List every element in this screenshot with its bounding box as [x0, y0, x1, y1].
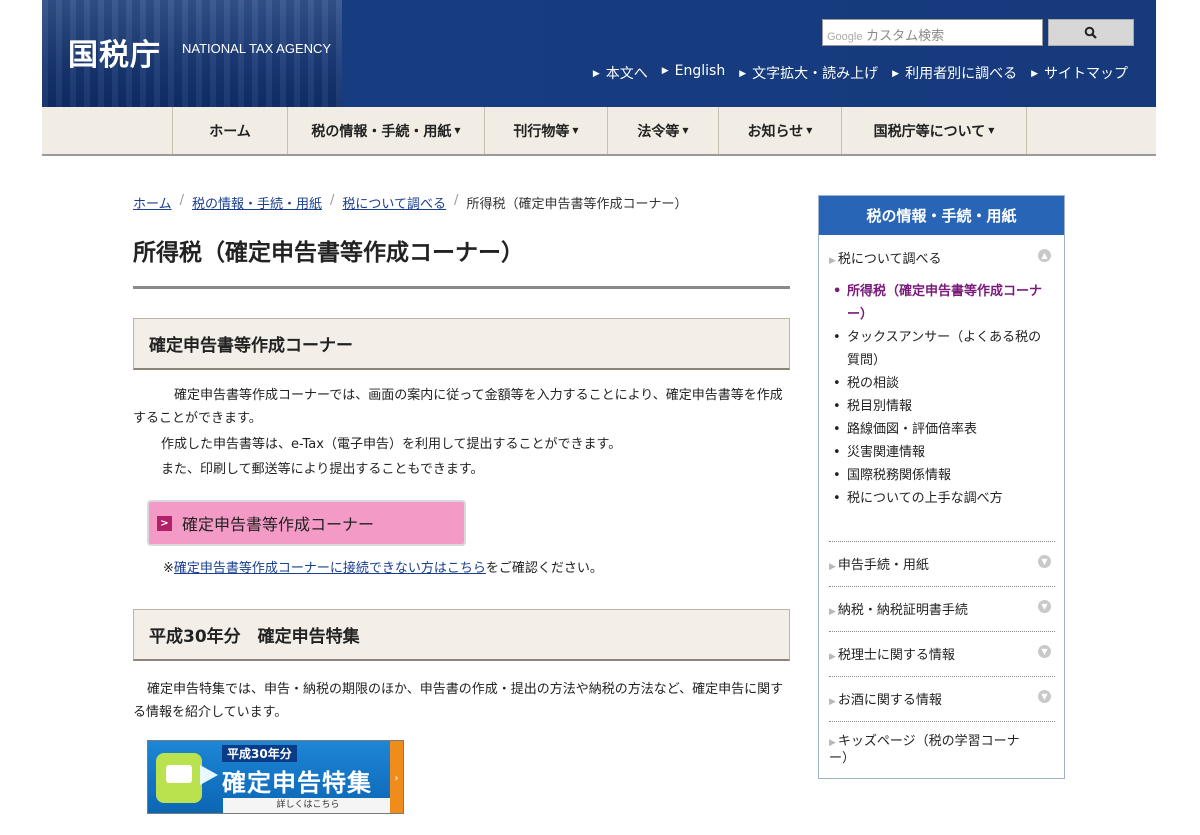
- sidebar-item-tax-accountant[interactable]: ▶ 税理士に関する情報 ▼: [829, 644, 1051, 663]
- sidebar-sub-route-price[interactable]: 路線価図・評価倍率表: [833, 418, 1048, 441]
- sidebar-sub-by-tax-type[interactable]: 税目別情報: [833, 395, 1048, 418]
- link-skip-to-content[interactable]: 本文へ: [593, 63, 648, 83]
- sidebar-item-kids[interactable]: ▶ キッズページ（税の学習コーナー）: [829, 734, 1039, 766]
- site-header: 国税庁 NATIONAL TAX AGENCY Google カスタム検索 本文…: [42, 0, 1156, 107]
- sidebar-sub-international[interactable]: 国際税務関係情報: [833, 464, 1048, 487]
- triangle-right-icon: ▶: [829, 652, 836, 662]
- nav-laws[interactable]: 法令等 ▼: [608, 107, 719, 154]
- sidebar-sub-how-to-search[interactable]: 税についての上手な調べ方: [833, 487, 1048, 510]
- link-sitemap[interactable]: サイトマップ: [1031, 63, 1128, 83]
- expand-icon: ▼: [1038, 555, 1051, 568]
- triangle-right-icon: ▶: [829, 738, 836, 748]
- connection-help-link[interactable]: 確定申告書等作成コーナーに接続できない方はこちら: [174, 561, 486, 576]
- section2-paragraph-1: 確定申告特集では、申告・納税の期限のほか、申告書の作成・提出の方法や納税の方法な…: [133, 682, 784, 720]
- search-button[interactable]: [1048, 19, 1134, 46]
- sidebar-sub-filing-corner[interactable]: 所得税（確定申告書等作成コーナー）: [833, 280, 1048, 326]
- triangle-right-icon: ▶: [829, 697, 836, 707]
- site-logo[interactable]: 国税庁: [68, 30, 161, 74]
- chevron-down-icon: ▼: [454, 126, 461, 135]
- chevron-down-icon: ▼: [806, 126, 813, 135]
- arrow-right-icon: >: [157, 515, 172, 531]
- feature-banner[interactable]: 平成30年分 確定申告特集 詳しくはこちら ›: [147, 740, 404, 814]
- nav-tax-info[interactable]: 税の情報・手続・用紙 ▼: [288, 107, 485, 154]
- sidebar-item-payment[interactable]: ▶ 納税・納税証明書手続 ▼: [829, 599, 1051, 618]
- sidebar-item-tax-search[interactable]: ▶ 税について調べる ▲: [829, 248, 1051, 267]
- global-nav: ホーム 税の情報・手続・用紙 ▼ 刊行物等 ▼ 法令等 ▼ お知らせ ▼ 国税庁等につい…: [42, 107, 1156, 156]
- section1-paragraph-2: 作成した申告書等は、e-Tax（電子申告）を利用して提出することができます。: [161, 437, 622, 452]
- chevron-down-icon: ▼: [682, 126, 689, 135]
- link-by-user[interactable]: 利用者別に調べる: [892, 63, 1017, 83]
- sidebar-title: 税の情報・手続・用紙: [819, 196, 1064, 235]
- mascot-icon: [156, 753, 202, 803]
- banner-details-link: 詳しくはこちら: [223, 798, 393, 813]
- search-placeholder: カスタム検索: [866, 28, 945, 43]
- sidebar-sub-tax-answer[interactable]: タックスアンサー（よくある税の質問）: [833, 326, 1048, 372]
- breadcrumb-home[interactable]: ホーム: [133, 193, 172, 212]
- site-logo-english: NATIONAL TAX AGENCY: [182, 41, 332, 56]
- nav-news[interactable]: お知らせ ▼: [719, 107, 842, 154]
- section-heading-filing-corner: 確定申告書等作成コーナー: [133, 318, 790, 370]
- filing-corner-button[interactable]: > 確定申告書等作成コーナー: [147, 500, 466, 546]
- megaphone-icon: [200, 765, 218, 785]
- banner-title: 確定申告特集: [222, 769, 372, 797]
- sidebar-item-filing-forms[interactable]: ▶ 申告手続・用紙 ▼: [829, 554, 1051, 573]
- chevron-down-icon: ▼: [988, 126, 995, 135]
- nav-home[interactable]: ホーム: [173, 107, 288, 154]
- page-title: 所得税（確定申告書等作成コーナー）: [133, 240, 524, 266]
- banner-year-tag: 平成30年分: [222, 745, 297, 762]
- sidebar-sublist: 所得税（確定申告書等作成コーナー） タックスアンサー（よくある税の質問） 税の相…: [833, 280, 1048, 510]
- breadcrumb-current: 所得税（確定申告書等作成コーナー）: [466, 197, 688, 212]
- sidebar-sub-disaster[interactable]: 災害関連情報: [833, 441, 1048, 464]
- breadcrumb-tax-search[interactable]: 税について調べる: [342, 193, 446, 212]
- triangle-right-icon: ▶: [829, 256, 836, 266]
- expand-icon: ▼: [1038, 645, 1051, 658]
- link-english[interactable]: English: [662, 63, 726, 83]
- connection-help-note: ※確定申告書等作成コーナーに接続できない方はこちらをご確認ください。: [163, 561, 603, 576]
- chevron-down-icon: ▼: [572, 126, 579, 135]
- search-icon: [1084, 26, 1097, 39]
- title-divider: [133, 286, 790, 289]
- search-input[interactable]: Google カスタム検索: [822, 19, 1043, 46]
- nav-about[interactable]: 国税庁等について ▼: [842, 107, 1027, 154]
- link-text-size[interactable]: 文字拡大・読み上げ: [739, 63, 878, 83]
- nav-publications[interactable]: 刊行物等 ▼: [485, 107, 608, 154]
- collapse-icon: ▲: [1038, 249, 1051, 262]
- triangle-right-icon: ▶: [829, 607, 836, 617]
- breadcrumb: ホーム / 税の情報・手続・用紙 / 税について調べる / 所得税（確定申告書等作成コ…: [133, 193, 688, 212]
- utility-links: 本文へ English 文字拡大・読み上げ 利用者別に調べる サイトマップ: [593, 63, 1128, 83]
- section1-paragraph-1: 確定申告書等作成コーナーでは、画面の案内に従って金額等を入力することにより、確定…: [133, 388, 783, 426]
- expand-icon: ▼: [1038, 690, 1051, 703]
- breadcrumb-tax-info[interactable]: 税の情報・手続・用紙: [192, 193, 322, 212]
- search-brand: Google: [827, 31, 863, 43]
- sidebar-sub-consultation[interactable]: 税の相談: [833, 372, 1048, 395]
- triangle-right-icon: ▶: [829, 562, 836, 572]
- section-heading-feature: 平成30年分 確定申告特集: [133, 609, 790, 661]
- sidebar: 税の情報・手続・用紙 ▶税について調べる ▲ 所得税（確定申告書等作成コーナー）…: [818, 195, 1065, 779]
- chevron-right-icon: ›: [390, 741, 403, 813]
- section1-paragraph-3: また、印刷して郵送等により提出することもできます。: [161, 462, 484, 477]
- expand-icon: ▼: [1038, 600, 1051, 613]
- sidebar-item-liquor[interactable]: ▶ お酒に関する情報 ▼: [829, 689, 1051, 708]
